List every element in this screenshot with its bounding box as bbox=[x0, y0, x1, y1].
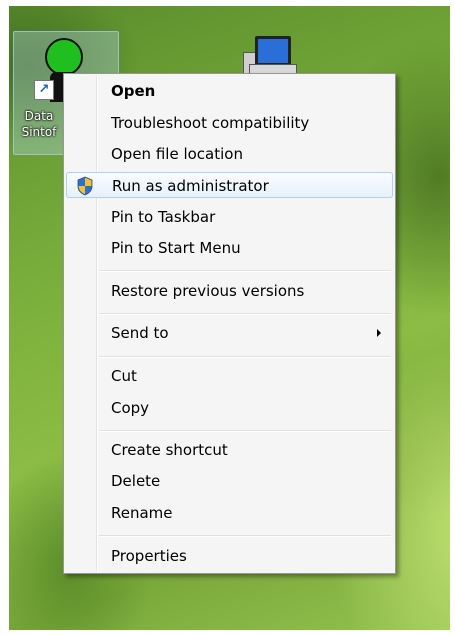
menu-separator bbox=[99, 535, 391, 537]
menu-item-pin-to-taskbar[interactable]: Pin to Taskbar bbox=[66, 204, 393, 230]
menu-item-open[interactable]: Open bbox=[66, 78, 393, 104]
person-icon-head bbox=[45, 38, 83, 76]
screenshot-frame: ↗ Data Sintof Open Troubleshoot compatib… bbox=[0, 0, 455, 635]
menu-item-create-shortcut[interactable]: Create shortcut bbox=[66, 437, 393, 463]
menu-item-label: Restore previous versions bbox=[111, 282, 305, 300]
menu-item-properties[interactable]: Properties bbox=[66, 543, 393, 569]
menu-item-label: Create shortcut bbox=[111, 441, 228, 459]
menu-item-cut[interactable]: Cut bbox=[66, 363, 393, 389]
menu-separator bbox=[99, 356, 391, 358]
desktop-icon-computer[interactable] bbox=[241, 34, 301, 78]
menu-item-label: Open file location bbox=[111, 145, 243, 163]
menu-item-send-to[interactable]: Send to bbox=[66, 320, 393, 346]
menu-item-label: Delete bbox=[111, 472, 161, 490]
menu-item-restore-previous-versions[interactable]: Restore previous versions bbox=[66, 278, 393, 304]
menu-item-pin-to-start-menu[interactable]: Pin to Start Menu bbox=[66, 235, 393, 261]
menu-item-label: Pin to Start Menu bbox=[111, 239, 241, 257]
menu-item-label: Open bbox=[111, 82, 156, 100]
menu-item-open-file-location[interactable]: Open file location bbox=[66, 141, 393, 167]
desktop-icon-label-line1: Data bbox=[24, 109, 54, 123]
submenu-arrow-icon bbox=[377, 329, 381, 337]
shortcut-arrow-icon: ↗ bbox=[34, 80, 54, 100]
menu-item-label: Copy bbox=[111, 399, 150, 417]
menu-item-label: Pin to Taskbar bbox=[111, 208, 216, 226]
menu-item-rename[interactable]: Rename bbox=[66, 500, 393, 526]
menu-separator bbox=[99, 430, 391, 432]
menu-item-delete[interactable]: Delete bbox=[66, 468, 393, 494]
menu-item-label: Run as administrator bbox=[112, 177, 269, 195]
menu-separator bbox=[99, 270, 391, 272]
menu-item-label: Rename bbox=[111, 504, 173, 522]
menu-item-label: Cut bbox=[111, 367, 137, 385]
shield-icon bbox=[77, 176, 93, 196]
desktop-icon-label-line2: Sintof bbox=[21, 125, 57, 139]
menu-item-run-as-administrator[interactable]: Run as administrator bbox=[66, 172, 393, 198]
menu-item-label: Troubleshoot compatibility bbox=[111, 114, 310, 132]
computer-monitor-icon bbox=[255, 36, 291, 66]
menu-item-troubleshoot-compatibility[interactable]: Troubleshoot compatibility bbox=[66, 110, 393, 136]
menu-item-label: Send to bbox=[111, 324, 169, 342]
menu-item-label: Properties bbox=[111, 547, 187, 565]
desktop-icon-label: Data Sintof bbox=[14, 108, 64, 140]
menu-item-copy[interactable]: Copy bbox=[66, 395, 393, 421]
menu-separator bbox=[99, 313, 391, 315]
context-menu: Open Troubleshoot compatibility Open fil… bbox=[63, 73, 396, 574]
